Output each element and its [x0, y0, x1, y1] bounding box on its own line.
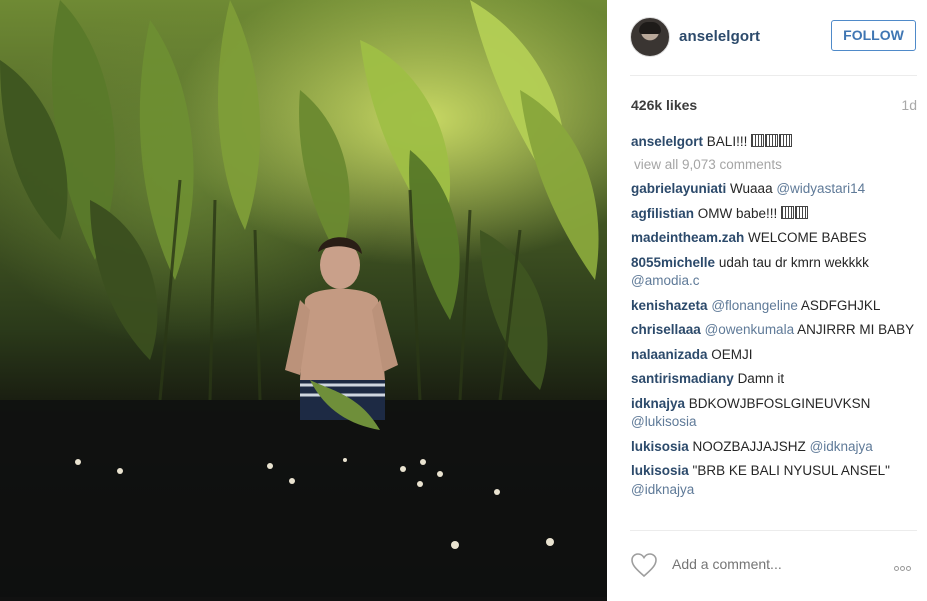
comment-item: kenishazeta @flonangeline ASDFGHJKL: [631, 297, 921, 316]
photo-edge: [0, 597, 607, 601]
post-photo[interactable]: [0, 0, 607, 597]
caption-username[interactable]: anselelgort: [631, 134, 703, 149]
comment-item: nalaanizada OEMJI: [631, 346, 921, 365]
view-all-comments-link[interactable]: view all 9,073 comments: [634, 156, 921, 175]
comment-username[interactable]: chrisellaaa: [631, 322, 701, 337]
comment-text: Damn it: [737, 371, 785, 386]
footer-divider: [630, 530, 917, 531]
comment-item: agfilistian OMW babe!!!: [631, 205, 921, 224]
comment-text: ANJIRRR MI BABY: [797, 322, 915, 337]
comment-username[interactable]: santirismadiany: [631, 371, 734, 386]
caption-text: BALI!!!: [706, 134, 748, 149]
comment-text: Wuaaa: [730, 181, 773, 196]
comment-username[interactable]: agfilistian: [631, 206, 694, 221]
emoji-icon: [781, 205, 809, 221]
comment-username[interactable]: kenishazeta: [631, 298, 708, 313]
comment-item: 8055michelle udah tau dr kmrn wekkkk @am…: [631, 254, 921, 291]
header-divider: [630, 75, 917, 76]
comment-username[interactable]: lukisosia: [631, 463, 689, 478]
comment-text: BDKOWJBFOSLGINEUVKSN: [688, 395, 871, 411]
post-username[interactable]: anselelgort: [679, 28, 760, 45]
comment-text: udah tau dr kmrn wekkkk: [718, 254, 869, 270]
comment-item: lukisosia NOOZBAJJAJSHZ @idknajya: [631, 438, 921, 457]
comment-text: "BRB KE BALI NYUSUL ANSEL": [692, 463, 890, 478]
comment-text: OMW babe!!!: [697, 205, 778, 221]
comment-username[interactable]: idknajya: [631, 396, 685, 411]
comment-mention[interactable]: @lukisosia: [631, 414, 696, 429]
comment-username[interactable]: lukisosia: [631, 439, 689, 454]
likes-count[interactable]: 426k likes: [631, 97, 697, 113]
comment-username[interactable]: nalaanizada: [631, 347, 708, 362]
comment-item: idknajya BDKOWJBFOSLGINEUVKSN @lukisosia: [631, 395, 921, 432]
comment-text: NOOZBAJJAJSHZ: [692, 438, 806, 454]
comment-item: madeintheam.zah WELCOME BABES: [631, 229, 921, 248]
post-side-panel: anselelgort FOLLOW 426k likes 1d anselel…: [607, 0, 927, 601]
add-comment-input[interactable]: [670, 555, 864, 573]
comment-item: santirismadiany Damn it: [631, 370, 921, 389]
comment-mention[interactable]: @amodia.c: [631, 273, 699, 288]
post-footer: [607, 540, 927, 595]
comment-item: gabrielayuniati Wuaaa @widyastari14: [631, 180, 921, 199]
comment-username[interactable]: 8055michelle: [631, 255, 715, 270]
comment-item: chrisellaaa @owenkumala ANJIRRR MI BABY: [631, 321, 921, 340]
comment-mention[interactable]: @flonangeline: [711, 298, 798, 313]
comment-username[interactable]: gabrielayuniati: [631, 181, 726, 196]
follow-button[interactable]: FOLLOW: [831, 20, 916, 51]
comments-list: anselelgort BALI!!! view all 9,073 comme…: [631, 133, 921, 505]
heart-icon[interactable]: [630, 552, 658, 578]
comment-mention[interactable]: @owenkumala: [705, 322, 795, 337]
emoji-icon: [751, 134, 793, 149]
avatar[interactable]: [630, 17, 670, 57]
post-header: anselelgort FOLLOW: [607, 0, 927, 75]
comment-mention[interactable]: @idknajya: [810, 439, 873, 454]
caption: anselelgort BALI!!!: [631, 133, 921, 152]
comment-mention[interactable]: @widyastari14: [776, 181, 865, 196]
comment-text: ASDFGHJKL: [800, 297, 881, 313]
comment-username[interactable]: madeintheam.zah: [631, 230, 744, 245]
comment-text: WELCOME BABES: [748, 230, 867, 245]
more-options-icon[interactable]: [894, 558, 920, 571]
post-age[interactable]: 1d: [901, 97, 917, 113]
comment-container: gabrielayuniati Wuaaa @widyastari14 agfi…: [631, 180, 921, 499]
comment-mention[interactable]: @idknajya: [631, 482, 694, 497]
comment-text: OEMJI: [711, 346, 753, 362]
photo-scene: [0, 0, 607, 597]
comment-item: lukisosia "BRB KE BALI NYUSUL ANSEL" @id…: [631, 462, 921, 499]
person-figure: [285, 237, 398, 430]
